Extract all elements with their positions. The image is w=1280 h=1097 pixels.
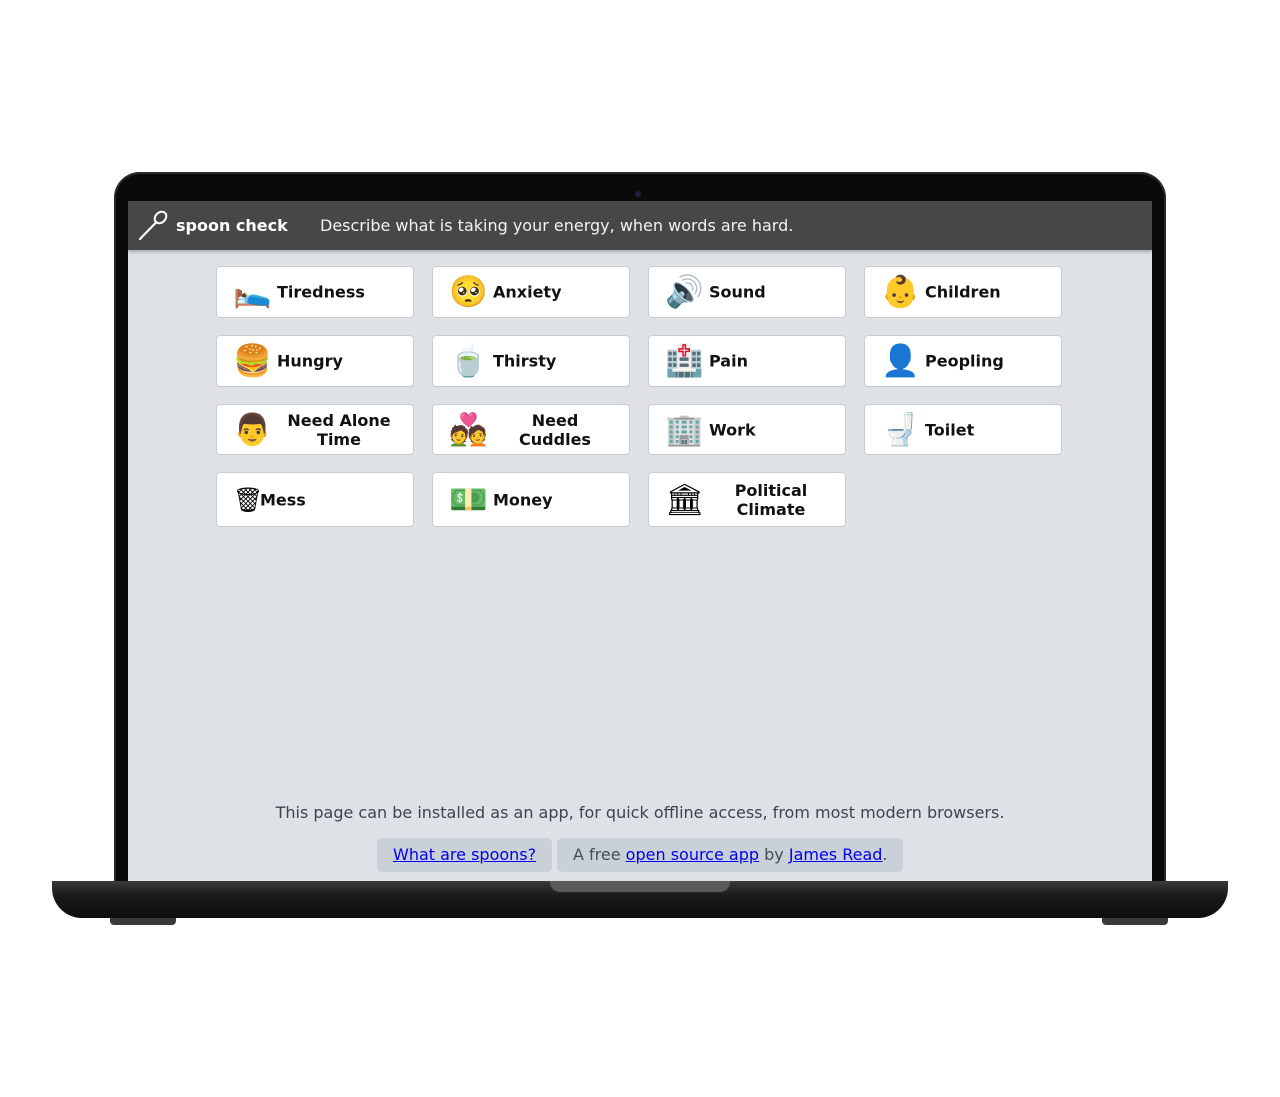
tile-mess[interactable]: 🗑 Mess bbox=[216, 472, 414, 527]
bed-icon: 🛌 bbox=[233, 274, 272, 310]
credit-pill: A free open source app by James Read. bbox=[557, 838, 903, 872]
tile-pain[interactable]: 🏥 Pain bbox=[648, 335, 846, 387]
office-building-icon: 🏢 bbox=[665, 411, 704, 448]
what-are-spoons-link[interactable]: What are spoons? bbox=[393, 845, 536, 864]
tile-label: Sound bbox=[709, 282, 766, 302]
tile-label: Need Cuddles bbox=[519, 410, 591, 449]
tile-tiredness[interactable]: 🛌 Tiredness bbox=[216, 266, 414, 318]
app-tagline: Describe what is taking your energy, whe… bbox=[320, 216, 794, 235]
dollar-banknote-icon: 💵 bbox=[449, 481, 488, 518]
baby-icon: 👶 bbox=[881, 274, 920, 310]
tile-peopling[interactable]: 👤 Peopling bbox=[864, 335, 1062, 387]
tile-label: Work bbox=[709, 420, 756, 439]
hospital-icon: 🏥 bbox=[665, 343, 704, 379]
laptop-notch bbox=[550, 881, 730, 892]
tile-need-cuddles[interactable]: 💑 Need Cuddles bbox=[432, 404, 630, 455]
couple-heart-icon: 💑 bbox=[449, 411, 488, 448]
open-source-link[interactable]: open source app bbox=[626, 845, 759, 864]
header-bar: spoon check Describe what is taking your… bbox=[128, 201, 1152, 250]
tile-label: Tiredness bbox=[277, 282, 365, 302]
credit-by: by bbox=[764, 845, 784, 864]
tile-political-climate[interactable]: 🏛 Political Climate bbox=[648, 472, 846, 527]
tile-sound[interactable]: 🔊 Sound bbox=[648, 266, 846, 318]
tile-label: Peopling bbox=[925, 351, 1004, 371]
tile-label: Children bbox=[925, 282, 1001, 302]
tile-children[interactable]: 👶 Children bbox=[864, 266, 1062, 318]
tile-thirsty[interactable]: 🍵 Thirsty bbox=[432, 335, 630, 387]
speaker-icon: 🔊 bbox=[665, 274, 704, 310]
tile-need-alone-time[interactable]: 👨 Need Alone Time bbox=[216, 404, 414, 455]
tea-cup-icon: 🍵 bbox=[449, 343, 488, 379]
burger-icon: 🍔 bbox=[233, 343, 272, 379]
tile-label: Pain bbox=[709, 351, 748, 371]
tile-label: Need Alone Time bbox=[287, 410, 391, 449]
tile-hungry[interactable]: 🍔 Hungry bbox=[216, 335, 414, 387]
classical-building-icon: 🏛 bbox=[665, 481, 705, 518]
tile-toilet[interactable]: 🚽 Toilet bbox=[864, 404, 1062, 455]
tile-label: Anxiety bbox=[493, 282, 562, 302]
tile-label: Thirsty bbox=[493, 351, 557, 371]
credit-suffix: . bbox=[882, 845, 888, 864]
credit-prefix: A free bbox=[573, 845, 621, 864]
tile-label: Hungry bbox=[277, 351, 343, 371]
toilet-icon: 🚽 bbox=[881, 411, 920, 448]
install-note: This page can be installed as an app, fo… bbox=[275, 803, 1005, 822]
tile-label: Toilet bbox=[925, 420, 975, 439]
author-link[interactable]: James Read bbox=[789, 845, 883, 864]
laptop-foot-right bbox=[1102, 918, 1168, 925]
tile-anxiety[interactable]: 🥺 Anxiety bbox=[432, 266, 630, 318]
tile-label: Political Climate bbox=[734, 480, 808, 519]
app-screen: spoon check Describe what is taking your… bbox=[128, 201, 1152, 881]
tile-work[interactable]: 🏢 Work bbox=[648, 404, 846, 455]
app-title[interactable]: spoon check bbox=[176, 216, 288, 235]
wastebasket-icon: 🗑 bbox=[233, 485, 264, 514]
spoon-icon bbox=[138, 210, 168, 241]
spoons-pill: What are spoons? bbox=[377, 838, 552, 872]
person-silhouette-icon: 👤 bbox=[881, 343, 920, 379]
pleading-face-icon: 🥺 bbox=[449, 274, 488, 310]
camera bbox=[635, 191, 641, 197]
laptop-foot-left bbox=[110, 918, 176, 925]
tile-label: Mess bbox=[260, 490, 306, 509]
man-icon: 👨 bbox=[233, 411, 272, 448]
tile-money[interactable]: 💵 Money bbox=[432, 472, 630, 527]
tile-label: Money bbox=[493, 490, 553, 509]
